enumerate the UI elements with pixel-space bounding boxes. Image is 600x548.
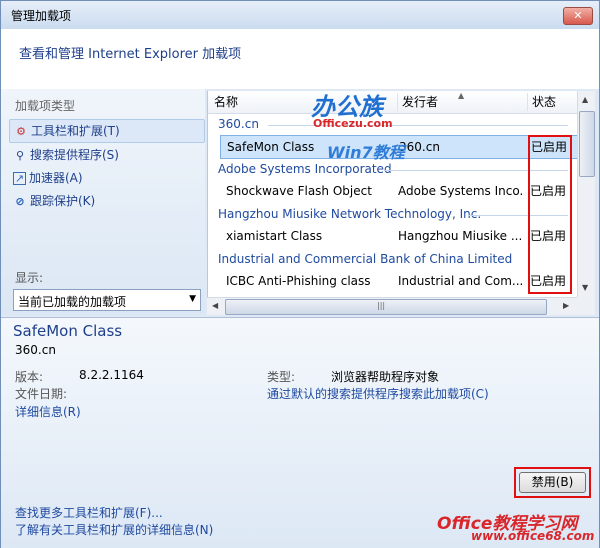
type-value: 浏览器帮助程序对象 [331,370,440,384]
details-pane: SafeMon Class 360.cn 版本: 8.2.2.1164 文件日期… [1,317,599,548]
add-ons-window: 管理加载项 ✕ 查看和管理 Internet Explorer 加载项 加载项类… [0,0,600,548]
gear-icon: ⚙ [16,124,26,138]
version-label: 版本: [15,370,44,384]
group-divider [268,125,568,126]
sidebar-item-tracking[interactable]: ⊘ 跟踪保护(K) [13,190,95,212]
column-label: 名称 [214,95,239,109]
sidebar-item-label: 工具栏和扩展(T) [31,124,120,138]
type-label: 类型: [267,370,296,384]
status-highlight-box [528,135,572,294]
list-item[interactable]: ICBC Anti-Phishing class Industrial and … [220,270,576,292]
scroll-corner [577,297,595,315]
sidebar-heading: 加载项类型 [15,99,76,113]
column-label: 发行者 [402,95,439,109]
close-button[interactable]: ✕ [563,7,593,25]
group-header: Adobe Systems Incorporated [218,162,392,176]
sidebar-item-label: 加速器(A) [29,171,83,185]
sort-arrow-icon: ▲ [458,91,465,100]
horizontal-scroll-thumb[interactable] [225,299,547,315]
sidebar-item-toolbars[interactable]: ⚙ 工具栏和扩展(T) [9,119,205,143]
item-publisher: 360.cn [399,140,440,154]
details-addon-name: SafeMon Class [13,322,123,340]
add-ons-list[interactable]: 名称 发行者 ▲ 状态 360.cn SafeMon Class 360.cn … [207,91,578,297]
find-more-link[interactable]: 查找更多工具栏和扩展(F)... [15,504,163,521]
file-date-label: 文件日期: [15,387,68,401]
show-label: 显示: [15,271,44,285]
disable-button[interactable]: 禁用(B) [519,472,586,493]
item-publisher: Industrial and Com... [398,274,522,288]
group-header: Industrial and Commercial Bank of China … [218,252,513,266]
version-value: 8.2.2.1164 [79,368,144,382]
header-panel: 查看和管理 Internet Explorer 加载项 [1,29,599,89]
page-title: 查看和管理 Internet Explorer 加载项 [19,47,242,62]
accelerator-icon: ↗ [13,172,26,185]
item-publisher: Hangzhou Miusike ... [398,229,522,243]
tracking-protection-icon: ⊘ [15,194,25,208]
grip-icon: ||| [377,301,386,310]
sidebar: 加载项类型 ⚙ 工具栏和扩展(T) ⚲ 搜索提供程序(S) ↗ 加速器(A) ⊘ 跟踪保… [1,89,205,315]
sidebar-item-search[interactable]: ⚲ 搜索提供程序(S) [13,144,119,166]
scroll-up-icon[interactable]: ▲ [582,95,588,104]
item-name: xiamistart Class [226,229,323,243]
group-header: Hangzhou Miusike Network Technology, Inc… [218,207,482,221]
sidebar-item-label: 搜索提供程序(S) [30,148,119,162]
search-addon-link[interactable]: 通过默认的搜索提供程序搜索此加载项(C) [267,385,489,402]
horizontal-scrollbar[interactable]: ◀ ||| ▶ [207,297,577,315]
sidebar-item-accelerators[interactable]: ↗ 加速器(A) [13,167,83,189]
item-publisher: Adobe Systems Inco... [398,184,522,198]
list-item[interactable]: xiamistart Class Hangzhou Miusike ... 已启… [220,225,576,247]
details-publisher: 360.cn [15,343,56,357]
scroll-right-icon[interactable]: ▶ [563,301,569,310]
title-bar: 管理加载项 ✕ [1,1,599,29]
show-dropdown[interactable]: 当前已加载的加载项 ▼ [13,289,201,311]
column-label: 状态 [532,95,557,109]
window-title: 管理加载项 [11,9,72,23]
scroll-down-icon[interactable]: ▼ [582,283,588,292]
item-name: ICBC Anti-Phishing class [226,274,371,288]
sidebar-item-label: 跟踪保护(K) [30,194,96,208]
show-dropdown-value: 当前已加载的加载项 [18,295,127,309]
more-info-link[interactable]: 详细信息(R) [15,403,81,420]
vertical-scrollbar[interactable]: ▲ ▼ [577,91,595,297]
scroll-left-icon[interactable]: ◀ [212,301,218,310]
list-item[interactable]: SafeMon Class 360.cn 已启用 [220,135,578,159]
disable-highlight-box: 禁用(B) [514,467,591,498]
chevron-down-icon: ▼ [189,294,196,304]
search-icon: ⚲ [15,148,25,162]
item-name: SafeMon Class [227,140,315,154]
vertical-scroll-thumb[interactable] [579,111,595,177]
column-header-name[interactable]: 名称 [208,91,398,114]
item-name: Shockwave Flash Object [226,184,372,198]
list-item[interactable]: Shockwave Flash Object Adobe Systems Inc… [220,180,576,202]
learn-more-link[interactable]: 了解有关工具栏和扩展的详细信息(N) [15,521,213,538]
group-header: 360.cn [218,117,259,131]
column-header-publisher[interactable]: 发行者 ▲ [398,91,528,114]
column-header-status[interactable]: 状态 [528,91,578,114]
